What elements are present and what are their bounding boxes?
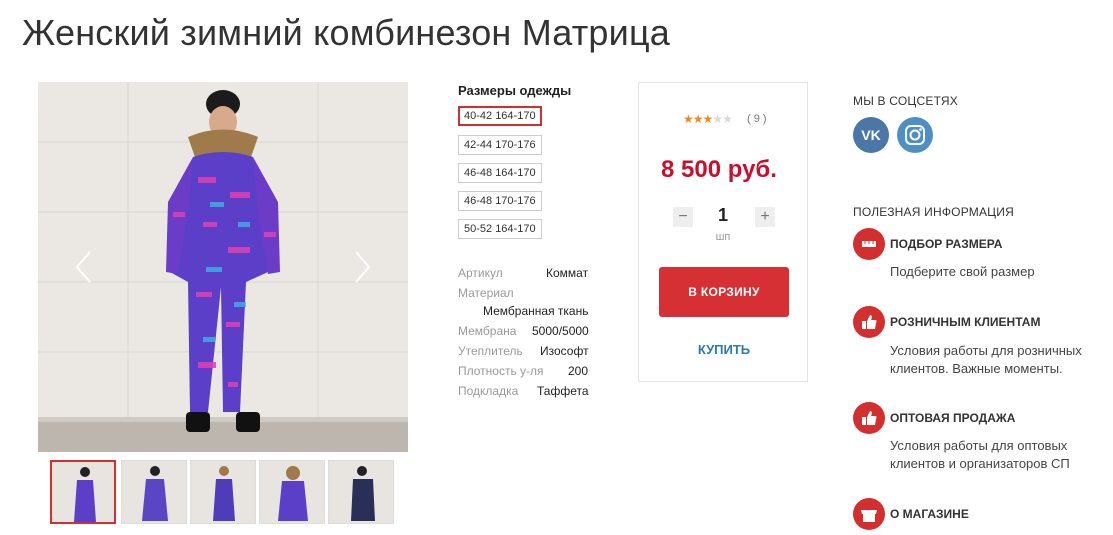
thumbnail[interactable] [121,460,187,524]
thumbs-up-icon[interactable] [853,402,885,434]
info-text: Условия работы для розничных клиентов. В… [890,343,1082,376]
spec-key: Материал [458,286,514,300]
spec-value: Изософт [540,344,589,358]
spec-value: Таффета [537,384,589,398]
buy-now-link[interactable]: КУПИТЬ [659,342,789,357]
social-heading: МЫ В СОЦСЕТЯХ [853,94,958,108]
quantity-unit: шп [715,231,731,243]
star-icon: ★ [683,112,694,126]
star-icon: ★ [722,112,733,126]
spec-key: Утеплитель [458,344,523,358]
instagram-icon[interactable] [897,117,933,153]
add-to-cart-button[interactable]: В КОРЗИНУ [659,267,789,317]
info-link-retail[interactable]: РОЗНИЧНЫМ КЛИЕНТАМ [890,315,1040,329]
thumbnail[interactable] [50,460,116,524]
ruler-icon[interactable] [853,228,885,260]
thumbnail[interactable] [259,460,325,524]
rating-stars[interactable]: ★★★★★ [683,112,733,126]
chevron-right-icon[interactable] [350,250,374,284]
info-link-wholesale[interactable]: ОПТОВАЯ ПРОДАЖА [890,411,1015,425]
info-link-size[interactable]: ПОДБОР РАЗМЕРА [890,237,1002,251]
svg-text:VK: VK [861,127,880,143]
sizes-heading: Размеры одежды [458,83,572,98]
buy-box: ★★★★★ ( 9 ) 8 500 руб. − 1 + шп В КОРЗИН… [638,82,808,382]
page-title: Женский зимний комбинезон Матрица [22,12,670,53]
info-link-about[interactable]: О МАГАЗИНЕ [890,507,969,521]
info-text: Подберите свой размер [890,264,1035,279]
star-icon: ★ [692,112,704,126]
thumbs-up-icon[interactable] [853,306,885,338]
spec-key: Мембрана [458,324,517,338]
spec-key: Подкладка [458,384,519,398]
spec-value: 200 [568,364,589,378]
shop-icon[interactable] [853,498,885,530]
spec-value: Мембранная ткань [483,304,589,318]
info-heading: ПОЛЕЗНАЯ ИНФОРМАЦИЯ [853,205,1014,219]
thumbnail[interactable] [190,460,256,524]
quantity-input[interactable]: 1 [711,205,735,226]
size-option[interactable]: 50-52 164-170 [458,219,542,239]
size-option[interactable]: 42-44 170-176 [458,135,542,155]
spec-value: Коммат [546,266,589,280]
star-icon: ★ [702,112,714,126]
star-icon: ★ [712,112,723,126]
thumbnail[interactable] [328,460,394,524]
spec-key: Артикул [458,266,503,280]
size-option[interactable]: 46-48 164-170 [458,163,542,183]
size-option[interactable]: 46-48 170-176 [458,191,542,211]
spec-key: Плотность у-ля [458,364,544,378]
rating-votes: ( 9 ) [747,113,767,125]
info-text: Условия работы для оптовых клиентов и ор… [890,438,1070,471]
spec-value: 5000/5000 [532,324,589,338]
quantity-increase-button[interactable]: + [755,207,775,227]
vk-icon[interactable]: VK [853,117,889,153]
quantity-decrease-button[interactable]: − [673,207,693,227]
chevron-left-icon[interactable] [72,250,96,284]
size-option[interactable]: 40-42 164-170 [458,106,542,126]
price: 8 500 руб. [661,156,777,183]
